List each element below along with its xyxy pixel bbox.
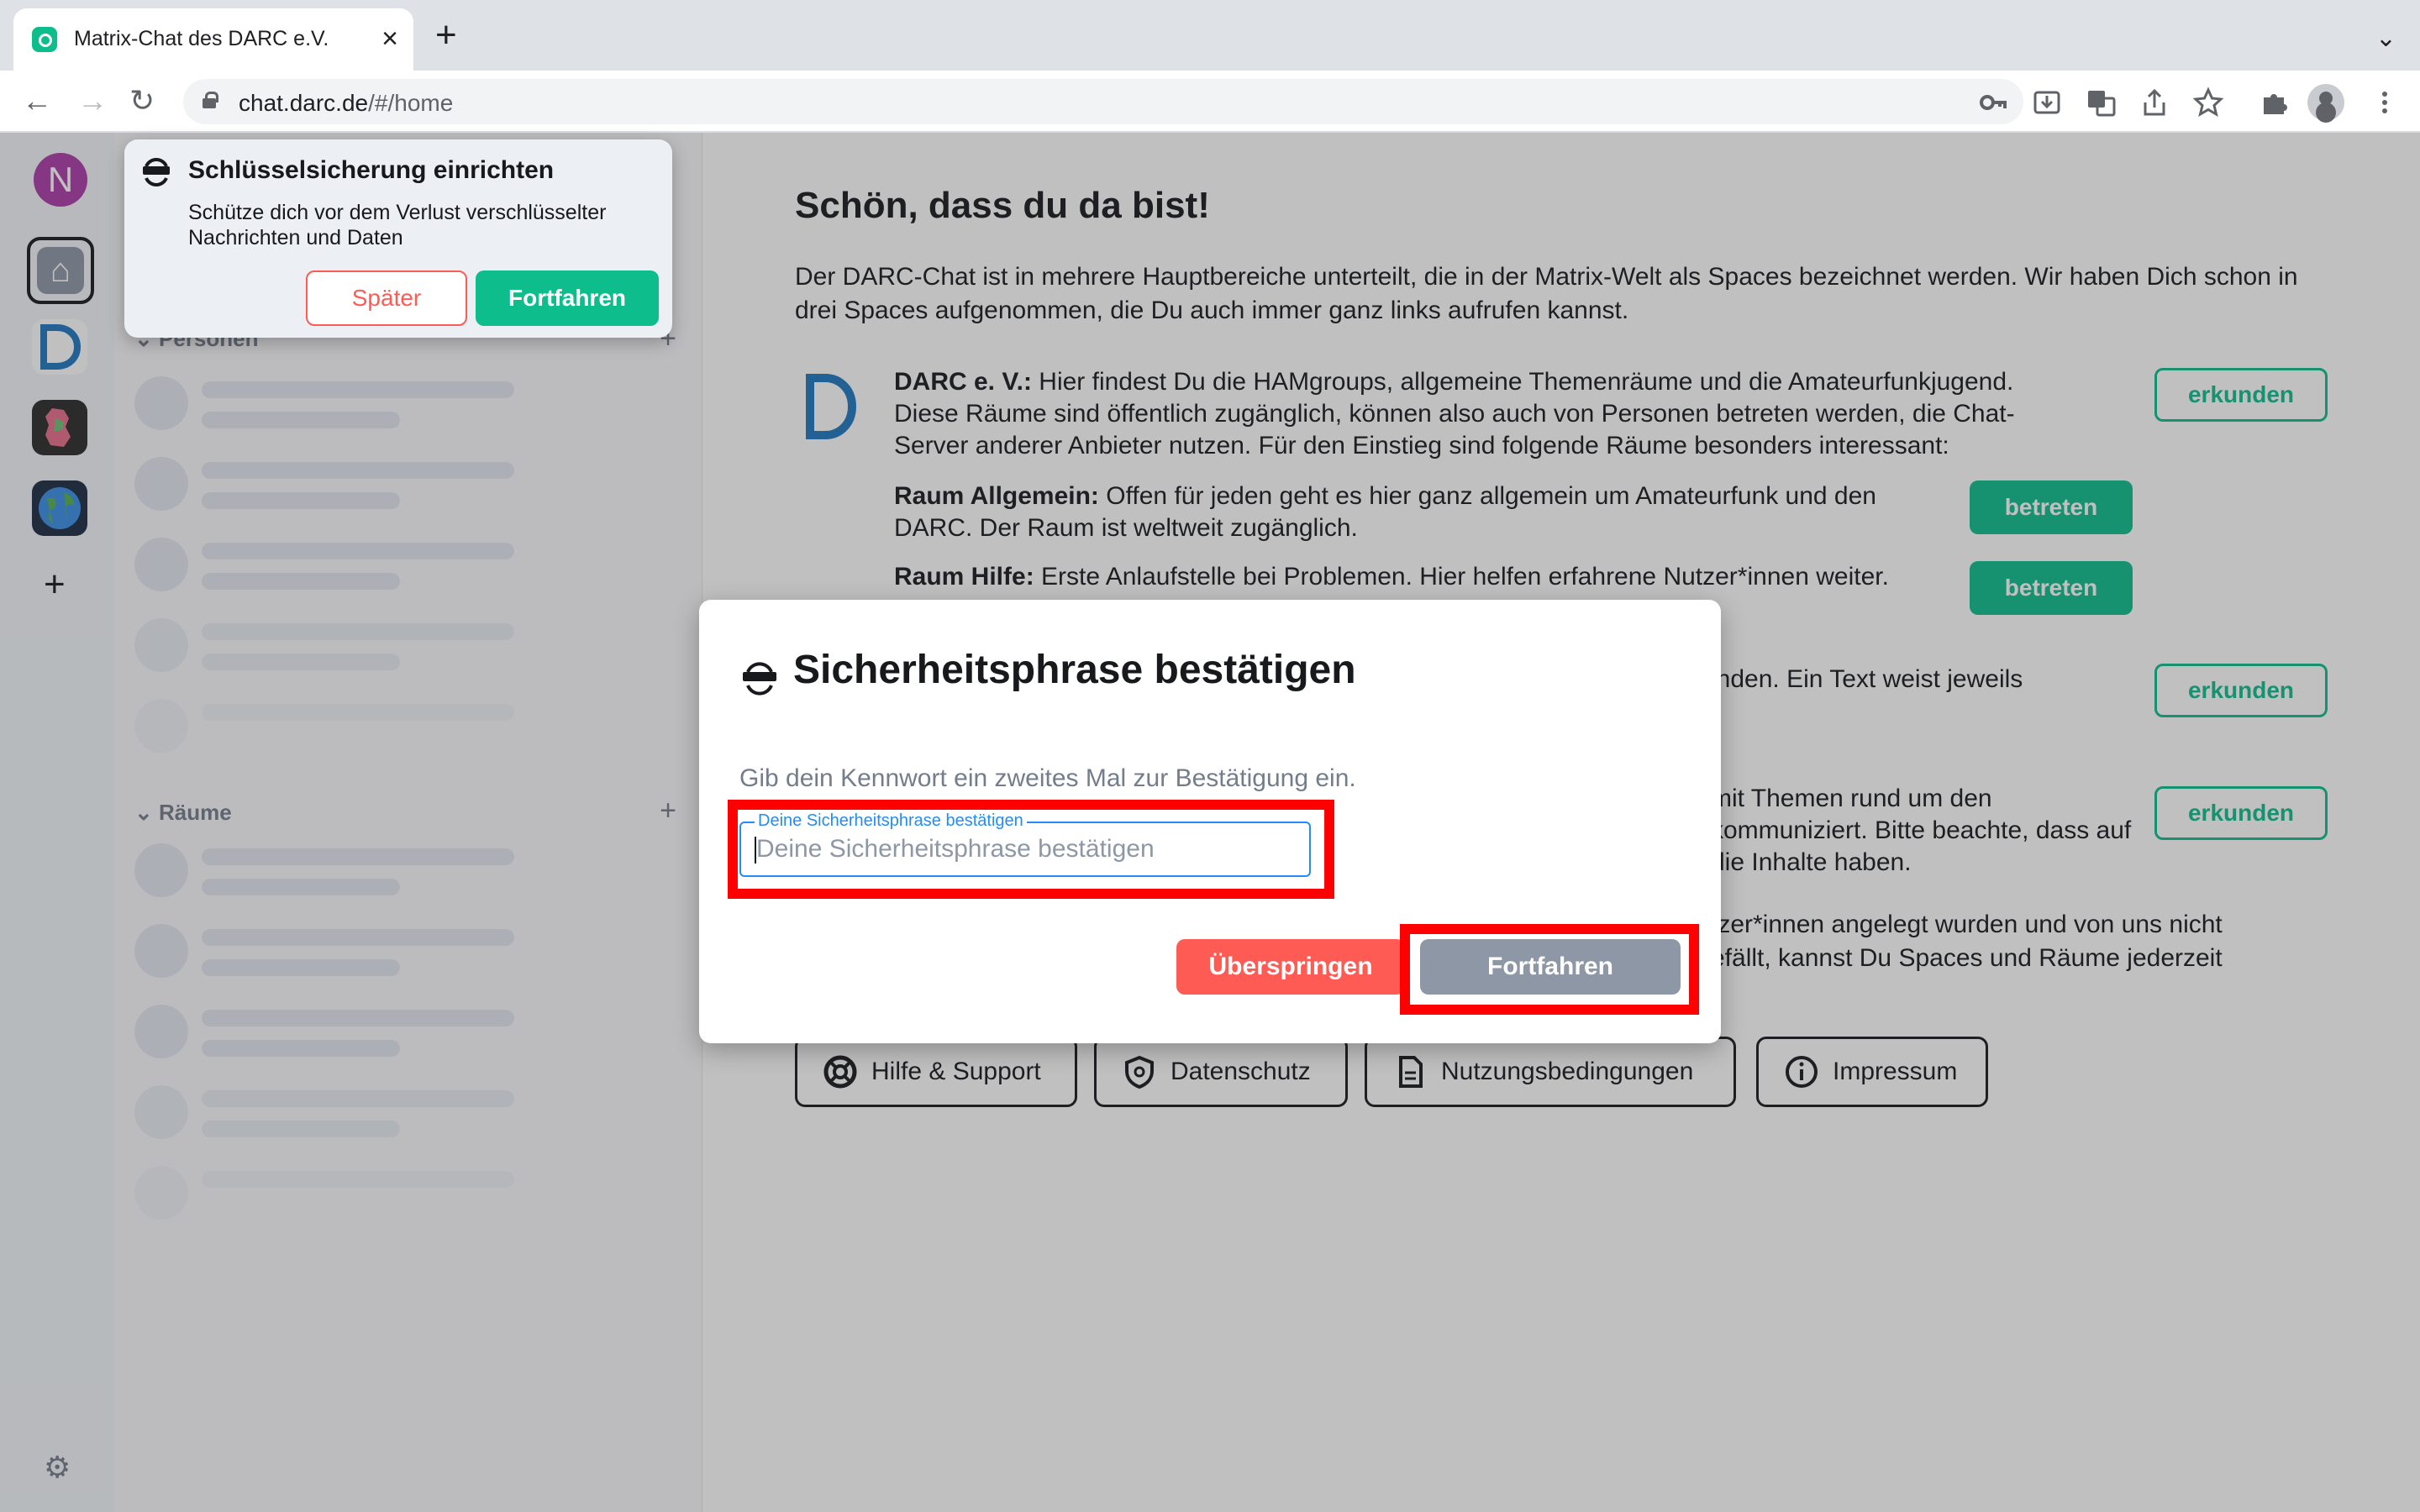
- toast-continue-button[interactable]: Fortfahren: [476, 270, 659, 326]
- secure-backup-icon: [143, 158, 170, 186]
- back-button[interactable]: ←: [22, 82, 52, 119]
- tab-close-icon[interactable]: ×: [381, 22, 398, 55]
- toast-later-button[interactable]: Später: [306, 270, 467, 326]
- share-icon[interactable]: [2138, 86, 2171, 119]
- skip-button[interactable]: Überspringen: [1176, 939, 1405, 995]
- browser-tab[interactable]: Matrix-Chat des DARC e.V. ×: [13, 8, 413, 71]
- tab-title: Matrix-Chat des DARC e.V.: [74, 27, 329, 50]
- highlight-box-continue: [1400, 924, 1699, 1015]
- browser-menu-icon[interactable]: [2368, 86, 2402, 119]
- install-app-icon[interactable]: [2030, 86, 2064, 119]
- address-bar[interactable]: chat.darc.de/#/home: [183, 79, 2023, 124]
- extensions-puzzle-icon[interactable]: [2257, 86, 2291, 119]
- secure-backup-icon: [743, 662, 776, 696]
- element-favicon-icon: [32, 27, 57, 52]
- key-icon[interactable]: [1976, 86, 2010, 119]
- reload-button[interactable]: ↻: [129, 82, 155, 119]
- bookmark-star-icon[interactable]: [2191, 86, 2225, 119]
- browser-tab-strip: Matrix-Chat des DARC e.V. × + ⌄: [0, 0, 2420, 71]
- tab-search-chevron-icon[interactable]: ⌄: [2375, 24, 2396, 53]
- dialog-title: Sicherheitsphrase bestätigen: [793, 648, 1356, 692]
- key-backup-toast: Schlüsselsicherung einrichten Schütze di…: [124, 139, 672, 338]
- dialog-description: Gib dein Kennwort ein zweites Mal zur Be…: [739, 764, 1356, 792]
- highlight-box-input: [728, 800, 1334, 899]
- lock-icon: [202, 92, 218, 108]
- profile-icon[interactable]: [2307, 84, 2344, 121]
- forward-button[interactable]: →: [77, 82, 108, 119]
- new-tab-button[interactable]: +: [435, 17, 457, 54]
- url-text: chat.darc.de/#/home: [239, 90, 454, 116]
- toast-body: Schütze dich vor dem Verlust verschlüsse…: [188, 201, 607, 249]
- browser-toolbar: ← → ↻ chat.darc.de/#/home: [0, 71, 2420, 133]
- toast-title: Schlüsselsicherung einrichten: [188, 156, 555, 184]
- translate-icon[interactable]: [2084, 86, 2118, 119]
